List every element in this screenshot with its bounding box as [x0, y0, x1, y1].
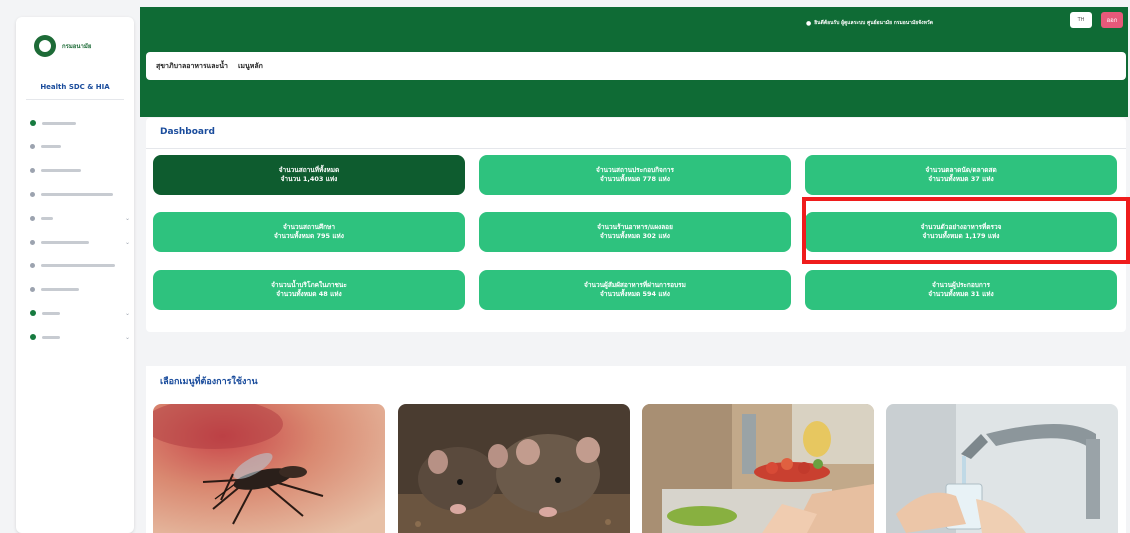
tile-count: จำนวนทั้งหมด 48 แห่ง [276, 290, 342, 298]
dashboard-title: Dashboard [160, 127, 215, 137]
sidebar-item-label: Dashboard ข้อมูลที่ต้องดำเนินการ [41, 192, 113, 196]
sidebar-item[interactable]: คู่มือการใช้งาน [30, 284, 130, 296]
tile-count: จำนวน 1,403 แห่ง [280, 175, 338, 183]
breadcrumb-page: เมนูหลัก [237, 61, 263, 70]
mosquito-image [153, 404, 385, 533]
tile-count: จำนวนทั้งหมด 302 แห่ง [600, 232, 670, 240]
breadcrumb: สุขาภิบาลอาหารและน้ำ เมนูหลัก [146, 52, 1126, 80]
dashboard-tile[interactable]: จำนวนสถานประกอบกิจการ จำนวนทั้งหมด 778 แห… [479, 155, 791, 195]
building-icon [30, 263, 35, 269]
food-washing-image [642, 404, 874, 533]
list-icon [30, 191, 35, 197]
tile-title: จำนวนตลาดนัด/ตลาดสด [925, 166, 997, 174]
tile-count: จำนวนทั้งหมด 778 แห่ง [600, 175, 670, 183]
more-icon [30, 334, 36, 341]
sidebar-item-label: Dashboard ข้อมูล [41, 169, 81, 173]
tile-count: จำนวนทั้งหมด 795 แห่ง [274, 232, 344, 240]
sidebar-item[interactable]: Dashboard ข้อมูล [30, 165, 130, 177]
tile-count: จำนวนทั้งหมด 594 แห่ง [600, 290, 670, 298]
menu-title: เลือกเมนูที่ต้องการใช้งาน [160, 377, 258, 387]
menu-section: เลือกเมนูที่ต้องการใช้งาน [146, 366, 1126, 533]
tile-count: จำนวนทั้งหมด 37 แห่ง [928, 175, 994, 183]
food-sanitation-card[interactable] [642, 404, 874, 533]
document-icon [30, 215, 35, 221]
home-icon [30, 144, 35, 150]
sidebar-item-label: ตั้งค่า [42, 311, 60, 315]
dashboard-tile[interactable]: จำนวนตลาดนัด/ตลาดสด จำนวนทั้งหมด 37 แห่ง [805, 155, 1117, 195]
sidebar-item-label: คู่มือการใช้งาน [41, 288, 79, 292]
sidebar-item-label: ข้อมูล [41, 216, 53, 220]
tile-title: จำนวนน้ำบริโภคในภาชนะ [271, 281, 347, 289]
user-info-text: ยินดีต้อนรับ ผู้ดูแลระบบ ศูนย์อนามัย กรม… [814, 20, 933, 26]
tile-title: จำนวนผู้ประกอบการ [932, 281, 990, 289]
sidebar-item[interactable]: Dashboard ข้อมูลที่ต้องดำเนินการ [30, 188, 130, 200]
divider [26, 99, 124, 100]
sidebar-item[interactable]: เครื่องมือและรายงาน ⌄ [30, 236, 130, 248]
book-icon [30, 287, 35, 293]
sidebar-item-label: ผู้ใช้งาน/สิทธิ์งาน [42, 121, 76, 125]
dashboard-tile[interactable]: จำนวนผู้ประกอบการ จำนวนทั้งหมด 31 แห่ง [805, 270, 1117, 310]
chevron-down-icon: ⌄ [124, 238, 130, 246]
chevron-down-icon: ⌄ [124, 309, 130, 317]
water-card[interactable] [886, 404, 1118, 533]
dashboard-tile[interactable]: จำนวนร้านอาหาร/แผงลอย จำนวนทั้งหมด 302 แห… [479, 212, 791, 252]
sidebar-item-label: อื่นๆ [42, 335, 60, 339]
sidebar-item[interactable]: อื่นๆ ⌄ [30, 331, 130, 343]
highlight-box [802, 197, 1130, 264]
dashboard-tile[interactable]: จำนวนผู้สัมผัสอาหารที่ผ่านการอบรม จำนวนทั… [479, 270, 791, 310]
language-button[interactable]: TH [1070, 12, 1092, 28]
sidebar-item[interactable]: หน้าหลัก [30, 141, 130, 153]
user-icon [30, 120, 36, 126]
dashboard-tile[interactable]: จำนวนสถานศึกษา จำนวนทั้งหมด 795 แห่ง [153, 212, 465, 252]
tile-title: จำนวนสถานศึกษา [283, 223, 335, 231]
mosquito-card[interactable] [153, 404, 385, 533]
sidebar: กรมอนามัย Health SDC & HIA ผู้ใช้งาน/สิท… [16, 17, 134, 533]
breadcrumb-section[interactable]: สุขาภิบาลอาหารและน้ำ [156, 61, 228, 72]
gear-icon [30, 310, 36, 317]
sidebar-item[interactable]: ข้อมูล ⌄ [30, 212, 130, 224]
dashboard-tile[interactable]: จำนวนน้ำบริโภคในภาชนะ จำนวนทั้งหมด 48 แห่… [153, 270, 465, 310]
tile-title: จำนวนสถานที่ทั้งหมด [278, 166, 340, 174]
water-tap-image [886, 404, 1118, 533]
logo-text: กรมอนามัย [62, 43, 92, 50]
sidebar-item[interactable]: ผู้ใช้งาน/สิทธิ์งาน [30, 117, 130, 129]
sidebar-item-label: หน้าหลัก [41, 145, 61, 149]
divider [146, 148, 1126, 149]
dashboard-tile[interactable]: จำนวนสถานที่ทั้งหมด จำนวน 1,403 แห่ง [153, 155, 465, 195]
sidebar-item-label: สถานประกอบการที่ต้องรายงาน [41, 264, 115, 268]
user-info[interactable]: ● ยินดีต้อนรับ ผู้ดูแลระบบ ศูนย์อนามัย ก… [806, 18, 1050, 28]
tile-title: จำนวนผู้สัมผัสอาหารที่ผ่านการอบรม [584, 281, 686, 289]
ministry-logo-icon [34, 35, 56, 57]
rat-image [398, 404, 630, 533]
chart-icon [30, 168, 35, 174]
rat-card[interactable] [398, 404, 630, 533]
logout-button[interactable]: ออก [1101, 12, 1123, 28]
chevron-down-icon: ⌄ [124, 214, 130, 222]
tile-title: จำนวนสถานประกอบกิจการ [596, 166, 674, 174]
sidebar-item[interactable]: ตั้งค่า ⌄ [30, 307, 130, 319]
logout-label: ออก [1106, 17, 1118, 24]
tools-icon [30, 239, 35, 245]
tile-title: จำนวนร้านอาหาร/แผงลอย [597, 223, 673, 231]
sidebar-item-label: เครื่องมือและรายงาน [41, 240, 89, 244]
user-icon: ● [806, 19, 812, 27]
chevron-down-icon: ⌄ [124, 333, 130, 341]
brand-name: Health SDC & HIA [40, 83, 110, 91]
logo[interactable]: กรมอนามัย [34, 35, 91, 57]
tile-count: จำนวนทั้งหมด 31 แห่ง [928, 290, 994, 298]
sidebar-item[interactable]: สถานประกอบการที่ต้องรายงาน [30, 260, 130, 272]
